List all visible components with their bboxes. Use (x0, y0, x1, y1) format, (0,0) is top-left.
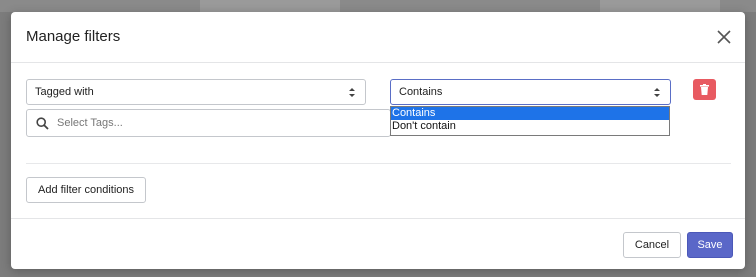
modal-footer-divider (11, 218, 745, 219)
dropdown-option-contains[interactable]: Contains (391, 107, 669, 120)
close-button[interactable] (715, 28, 733, 46)
filter-condition-value: Contains (399, 86, 443, 98)
modal-title: Manage filters (26, 28, 121, 45)
manage-filters-modal: Manage filters Tagged with Contains Sele… (11, 12, 745, 269)
close-icon (717, 30, 731, 44)
updown-arrows-icon (349, 88, 355, 97)
backdrop-element (600, 0, 720, 12)
divider (26, 163, 731, 164)
trash-icon (700, 84, 709, 95)
updown-arrows-icon (654, 88, 660, 97)
filter-type-select[interactable]: Tagged with (26, 79, 366, 105)
add-filter-conditions-button[interactable]: Add filter conditions (26, 177, 146, 203)
search-icon (36, 117, 49, 130)
filter-condition-select[interactable]: Contains (390, 79, 671, 105)
backdrop-element (200, 0, 340, 12)
condition-dropdown-list: Contains Don't contain (390, 106, 670, 136)
filter-type-value: Tagged with (35, 86, 94, 98)
tags-search-field[interactable] (26, 109, 391, 137)
tags-search-input[interactable] (57, 115, 377, 131)
cancel-button[interactable]: Cancel (623, 232, 681, 258)
delete-filter-button[interactable] (693, 79, 716, 100)
save-button[interactable]: Save (687, 232, 733, 258)
dropdown-option-dont-contain[interactable]: Don't contain (391, 120, 669, 133)
modal-header: Manage filters (11, 12, 745, 63)
